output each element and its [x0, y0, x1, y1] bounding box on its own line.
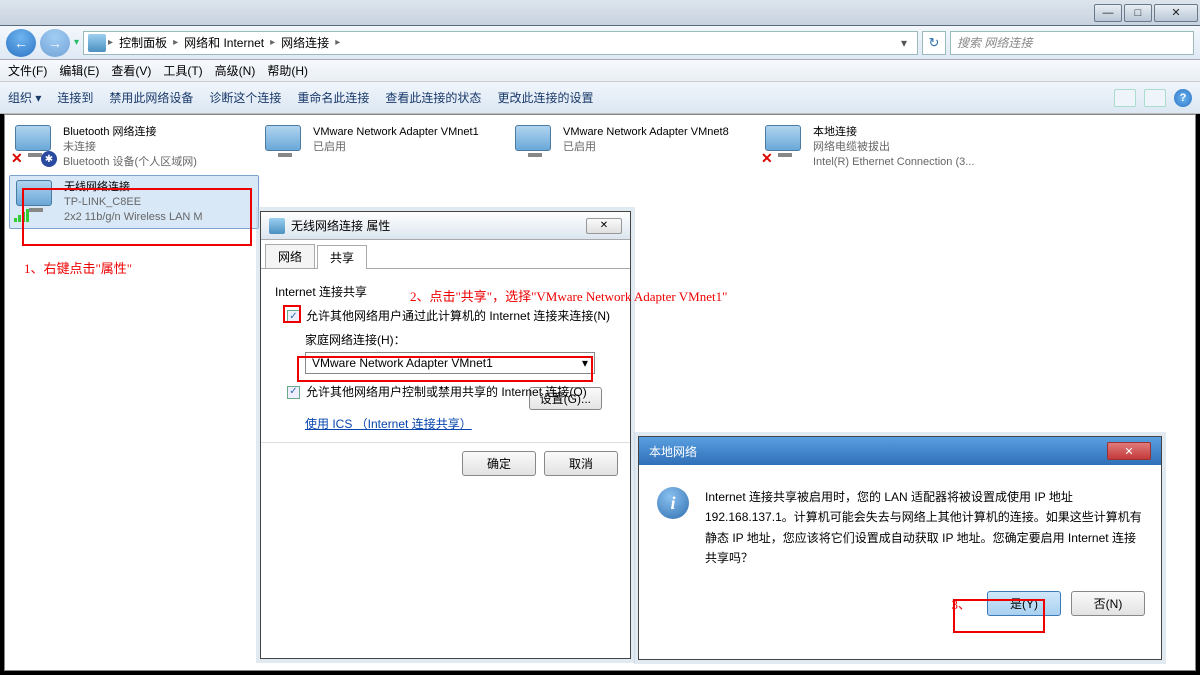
allow-control-checkbox[interactable]: ✓ [287, 386, 300, 399]
breadcrumb-item[interactable]: 网络和 Internet [180, 34, 268, 51]
view-layout-button[interactable] [1114, 89, 1136, 107]
info-icon: i [657, 487, 689, 519]
search-input[interactable]: 搜索 网络连接 [950, 31, 1194, 55]
forward-button[interactable]: → [40, 29, 70, 57]
dialog-title: 无线网络连接 属性 [291, 217, 390, 234]
menu-view[interactable]: 查看(V) [111, 62, 151, 79]
connection-name: Bluetooth 网络连接 [63, 125, 197, 140]
no-button[interactable]: 否(N) [1071, 591, 1145, 616]
menu-tools[interactable]: 工具(T) [163, 62, 202, 79]
connection-status: 未连接 [63, 140, 197, 155]
nav-dropdown-icon[interactable]: ▾ [74, 37, 79, 48]
disabled-x-icon: ✕ [11, 150, 23, 167]
minimize-button[interactable]: — [1094, 4, 1122, 22]
home-network-label: 家庭网络连接(H)： [305, 331, 616, 348]
connection-name: VMware Network Adapter VMnet8 [563, 125, 729, 140]
allow-share-label: 允许其他网络用户通过此计算机的 Internet 连接来连接(N) [306, 308, 610, 325]
breadcrumb[interactable]: ▸ 控制面板 ▸ 网络和 Internet ▸ 网络连接 ▸ ▾ [83, 31, 918, 55]
properties-dialog: 无线网络连接 属性 ✕ 网络 共享 Internet 连接共享 ✓ 允许其他网络… [260, 211, 631, 659]
confirm-title: 本地网络 [649, 443, 697, 460]
menu-edit[interactable]: 编辑(E) [59, 62, 99, 79]
confirm-message: Internet 连接共享被启用时，您的 LAN 适配器将被设置成使用 IP 地… [705, 487, 1143, 569]
dialog-tabs: 网络 共享 [261, 240, 630, 269]
annotation-1: 1、右键点击"属性" [24, 258, 132, 277]
network-adapter-icon: ✕✱ [15, 125, 55, 165]
network-adapter-icon [515, 125, 555, 165]
connection-device: 已启用 [313, 140, 479, 155]
connection-name: VMware Network Adapter VMnet1 [313, 125, 479, 140]
view-status-button[interactable]: 查看此连接的状态 [385, 89, 481, 106]
bluetooth-badge-icon: ✱ [41, 151, 57, 167]
menu-advanced[interactable]: 高级(N) [215, 62, 256, 79]
annotation-highlight-box [297, 356, 593, 382]
connection-item-bluetooth[interactable]: ✕✱ Bluetooth 网络连接未连接Bluetooth 设备(个人区域网) [9, 121, 259, 175]
preview-pane-button[interactable] [1144, 89, 1166, 107]
chevron-right-icon: ▸ [270, 37, 275, 48]
chevron-right-icon: ▸ [173, 37, 178, 48]
breadcrumb-root-icon[interactable] [88, 34, 106, 52]
annotation-highlight-box [953, 599, 1045, 633]
connection-item-vmnet1[interactable]: VMware Network Adapter VMnet1已启用 [259, 121, 509, 175]
close-button[interactable]: ✕ [1154, 4, 1198, 22]
chevron-right-icon: ▸ [108, 37, 113, 48]
menu-bar: 文件(F) 编辑(E) 查看(V) 工具(T) 高级(N) 帮助(H) [0, 60, 1200, 82]
disable-device-button[interactable]: 禁用此网络设备 [109, 89, 193, 106]
ok-button[interactable]: 确定 [462, 451, 536, 476]
confirm-titlebar: 本地网络 ✕ [639, 437, 1161, 465]
connection-item-local[interactable]: ✕ 本地连接网络电缆被拔出Intel(R) Ethernet Connectio… [759, 121, 1009, 175]
window-titlebar: — □ ✕ [0, 0, 1200, 26]
cancel-button[interactable]: 取消 [544, 451, 618, 476]
command-bar: 组织 ▾ 连接到 禁用此网络设备 诊断这个连接 重命名此连接 查看此连接的状态 … [0, 82, 1200, 114]
connection-device: 已启用 [563, 140, 729, 155]
connection-status: 网络电缆被拔出 [813, 140, 974, 155]
help-icon[interactable]: ? [1174, 89, 1192, 107]
connection-name: 本地连接 [813, 125, 974, 140]
confirm-dialog: 本地网络 ✕ i Internet 连接共享被启用时，您的 LAN 适配器将被设… [638, 436, 1162, 660]
connect-to-button[interactable]: 连接到 [57, 89, 93, 106]
tab-network[interactable]: 网络 [265, 244, 315, 268]
connection-item-vmnet8[interactable]: VMware Network Adapter VMnet8已启用 [509, 121, 759, 175]
tab-sharing[interactable]: 共享 [317, 245, 367, 269]
menu-help[interactable]: 帮助(H) [267, 62, 308, 79]
allow-control-label: 允许其他网络用户控制或禁用共享的 Internet 连接(O) [306, 384, 587, 401]
ics-help-link[interactable]: 使用 ICS （Internet 连接共享） [305, 415, 472, 432]
connection-device: Intel(R) Ethernet Connection (3... [813, 155, 974, 170]
unplugged-x-icon: ✕ [761, 150, 773, 167]
dialog-icon [269, 218, 285, 234]
rename-button[interactable]: 重命名此连接 [297, 89, 369, 106]
change-settings-button[interactable]: 更改此连接的设置 [497, 89, 593, 106]
refresh-button[interactable]: ↻ [922, 31, 946, 55]
network-adapter-icon: ✕ [765, 125, 805, 165]
nav-bar: ← → ▾ ▸ 控制面板 ▸ 网络和 Internet ▸ 网络连接 ▸ ▾ ↻… [0, 26, 1200, 60]
breadcrumb-history-dropdown[interactable]: ▾ [895, 36, 913, 50]
menu-file[interactable]: 文件(F) [8, 62, 47, 79]
chevron-right-icon: ▸ [335, 37, 340, 48]
back-button[interactable]: ← [6, 29, 36, 57]
dialog-titlebar: 无线网络连接 属性 ✕ [261, 212, 630, 240]
annotation-2: 2、点击"共享"，选择"VMware Network Adapter VMnet… [410, 286, 727, 305]
connection-device: Bluetooth 设备(个人区域网) [63, 155, 197, 170]
organize-button[interactable]: 组织 ▾ [8, 89, 41, 106]
annotation-highlight-box [22, 188, 252, 246]
dialog-close-button[interactable]: ✕ [586, 218, 622, 234]
network-adapter-icon [265, 125, 305, 165]
diagnose-button[interactable]: 诊断这个连接 [209, 89, 281, 106]
breadcrumb-item[interactable]: 控制面板 [115, 34, 171, 51]
maximize-button[interactable]: □ [1124, 4, 1152, 22]
breadcrumb-item[interactable]: 网络连接 [277, 34, 333, 51]
confirm-close-button[interactable]: ✕ [1107, 442, 1151, 460]
annotation-highlight-box [283, 305, 301, 323]
